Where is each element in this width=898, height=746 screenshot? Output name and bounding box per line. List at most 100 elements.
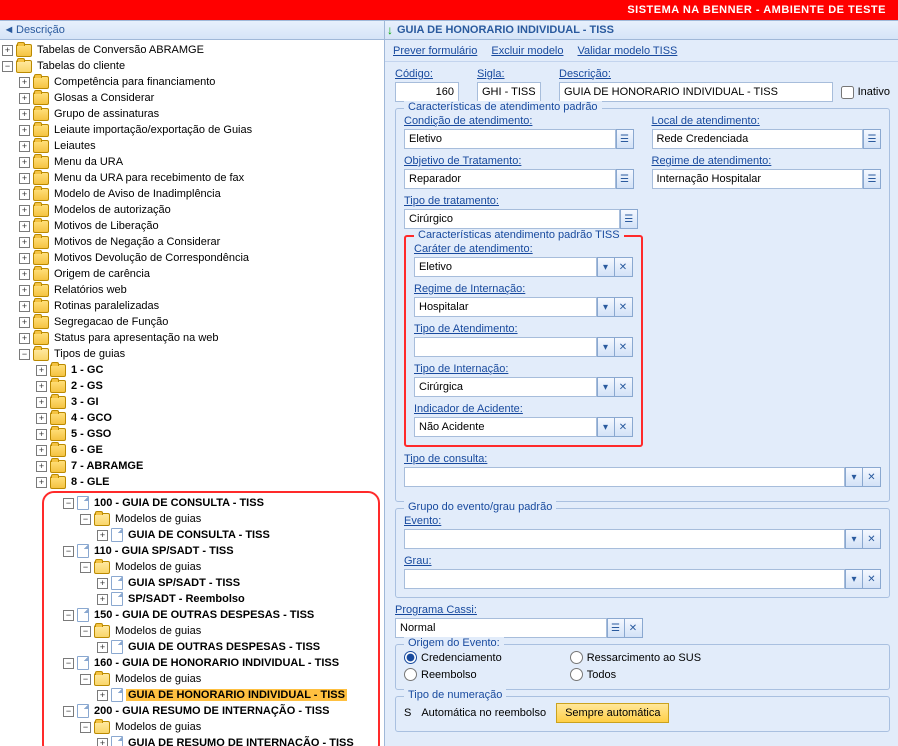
expand-icon[interactable]: +	[19, 109, 30, 120]
evento-input[interactable]	[404, 529, 845, 549]
expand-icon[interactable]: +	[36, 461, 47, 472]
objetivo-input[interactable]	[404, 169, 616, 189]
dropdown-icon[interactable]: ▾	[845, 529, 863, 549]
collapse-icon[interactable]: −	[63, 658, 74, 669]
tree-node[interactable]: −Tipos de guias	[17, 346, 384, 362]
tree-node[interactable]: +4 - GCO	[34, 410, 384, 426]
clear-icon[interactable]: ✕	[863, 467, 881, 487]
collapse-icon[interactable]: −	[80, 674, 91, 685]
expand-icon[interactable]: +	[97, 738, 108, 746]
local-input[interactable]	[652, 129, 864, 149]
regime-input[interactable]	[652, 169, 864, 189]
clear-icon[interactable]: ✕	[615, 337, 633, 357]
expand-icon[interactable]: +	[36, 413, 47, 424]
dropdown-icon[interactable]: ▾	[845, 467, 863, 487]
condicao-input[interactable]	[404, 129, 616, 149]
tree-node[interactable]: +Relatórios web	[17, 282, 384, 298]
lookup-icon[interactable]: ☰	[616, 169, 634, 189]
tree-node[interactable]: −Modelos de guias	[78, 511, 378, 527]
inativo-checkbox[interactable]	[841, 86, 854, 99]
tree-node[interactable]: +GUIA DE HONORARIO INDIVIDUAL - TISS	[95, 687, 378, 703]
tree-node[interactable]: +6 - GE	[34, 442, 384, 458]
expand-icon[interactable]: +	[19, 221, 30, 232]
tree-node[interactable]: −Modelos de guias	[78, 623, 378, 639]
expand-icon[interactable]: +	[97, 530, 108, 541]
tree-node[interactable]: +1 - GC	[34, 362, 384, 378]
tree-node[interactable]: −Modelos de guias	[78, 559, 378, 575]
clear-icon[interactable]: ✕	[615, 377, 633, 397]
radio-ressarcimento[interactable]	[570, 651, 583, 664]
tree-node[interactable]: −200 - GUIA RESUMO DE INTERNAÇÃO - TISS	[61, 703, 378, 719]
expand-icon[interactable]: +	[19, 317, 30, 328]
dropdown-icon[interactable]: ▾	[597, 297, 615, 317]
expand-icon[interactable]: +	[36, 365, 47, 376]
dropdown-icon[interactable]: ▾	[597, 417, 615, 437]
tree-node[interactable]: +Origem de carência	[17, 266, 384, 282]
tree-node[interactable]: +3 - GI	[34, 394, 384, 410]
tree-node[interactable]: +Motivos Devolução de Correspondência	[17, 250, 384, 266]
expand-icon[interactable]: +	[19, 301, 30, 312]
expand-icon[interactable]: +	[36, 381, 47, 392]
expand-icon[interactable]: +	[19, 77, 30, 88]
expand-icon[interactable]: +	[19, 253, 30, 264]
tree-node[interactable]: +Segregacao de Função	[17, 314, 384, 330]
tree-node[interactable]: +GUIA DE CONSULTA - TISS	[95, 527, 378, 543]
expand-icon[interactable]: +	[97, 642, 108, 653]
tree-node[interactable]: −160 - GUIA DE HONORARIO INDIVIDUAL - TI…	[61, 655, 378, 671]
collapse-icon[interactable]: −	[63, 706, 74, 717]
tree-node[interactable]: +2 - GS	[34, 378, 384, 394]
tree-node[interactable]: −150 - GUIA DE OUTRAS DESPESAS - TISS	[61, 607, 378, 623]
tree-node[interactable]: +Leiaute importação/exportação de Guias	[17, 122, 384, 138]
collapse-icon[interactable]: −	[80, 562, 91, 573]
tree-node[interactable]: −110 - GUIA SP/SADT - TISS	[61, 543, 378, 559]
regint-input[interactable]	[414, 297, 597, 317]
tree-node[interactable]: +Menu da URA para recebimento de fax	[17, 170, 384, 186]
tree-node[interactable]: −Modelos de guias	[78, 719, 378, 735]
lookup-icon[interactable]: ☰	[863, 129, 881, 149]
tree-node[interactable]: −Tabelas do cliente	[0, 58, 384, 74]
lookup-icon[interactable]: ☰	[616, 129, 634, 149]
clear-icon[interactable]: ✕	[863, 529, 881, 549]
lookup-icon[interactable]: ☰	[863, 169, 881, 189]
tree-node[interactable]: +Menu da URA	[17, 154, 384, 170]
expand-icon[interactable]: +	[19, 173, 30, 184]
expand-icon[interactable]: +	[19, 93, 30, 104]
tree-node[interactable]: +Rotinas paralelizadas	[17, 298, 384, 314]
collapse-icon[interactable]: −	[63, 546, 74, 557]
expand-icon[interactable]: +	[36, 397, 47, 408]
collapse-icon[interactable]: −	[80, 626, 91, 637]
collapse-icon[interactable]: −	[19, 349, 30, 360]
tree-node[interactable]: +5 - GSO	[34, 426, 384, 442]
collapse-icon[interactable]: −	[80, 722, 91, 733]
tree-node[interactable]: +SP/SADT - Reembolso	[95, 591, 378, 607]
expand-icon[interactable]: +	[36, 477, 47, 488]
tipotrat-input[interactable]	[404, 209, 620, 229]
tree-node[interactable]: +Competência para financiamento	[17, 74, 384, 90]
tree-node[interactable]: +7 - ABRAMGE	[34, 458, 384, 474]
dropdown-icon[interactable]: ▾	[597, 257, 615, 277]
tree-node[interactable]: +Glosas a Considerar	[17, 90, 384, 106]
tree-node[interactable]: +GUIA DE RESUMO DE INTERNAÇÃO - TISS	[95, 735, 378, 746]
clear-icon[interactable]: ✕	[625, 618, 643, 638]
expand-icon[interactable]: +	[19, 157, 30, 168]
radio-credenciamento[interactable]	[404, 651, 417, 664]
codigo-input[interactable]	[395, 82, 459, 102]
expand-icon[interactable]: +	[36, 445, 47, 456]
tree-node[interactable]: −100 - GUIA DE CONSULTA - TISS	[61, 495, 378, 511]
indac-input[interactable]	[414, 417, 597, 437]
collapse-icon[interactable]: −	[63, 498, 74, 509]
clear-icon[interactable]: ✕	[615, 417, 633, 437]
expand-icon[interactable]: +	[19, 141, 30, 152]
descricao-input[interactable]	[559, 82, 833, 102]
expand-icon[interactable]: +	[19, 189, 30, 200]
carater-input[interactable]	[414, 257, 597, 277]
clear-icon[interactable]: ✕	[863, 569, 881, 589]
validar-link[interactable]: Validar modelo TISS	[578, 45, 678, 57]
expand-icon[interactable]: +	[19, 269, 30, 280]
dropdown-icon[interactable]: ▾	[845, 569, 863, 589]
tree-node[interactable]: +Motivos de Liberação	[17, 218, 384, 234]
expand-icon[interactable]: +	[19, 205, 30, 216]
dropdown-icon[interactable]: ▾	[597, 337, 615, 357]
tree-node[interactable]: +Modelos de autorização	[17, 202, 384, 218]
lookup-icon[interactable]: ☰	[607, 618, 625, 638]
